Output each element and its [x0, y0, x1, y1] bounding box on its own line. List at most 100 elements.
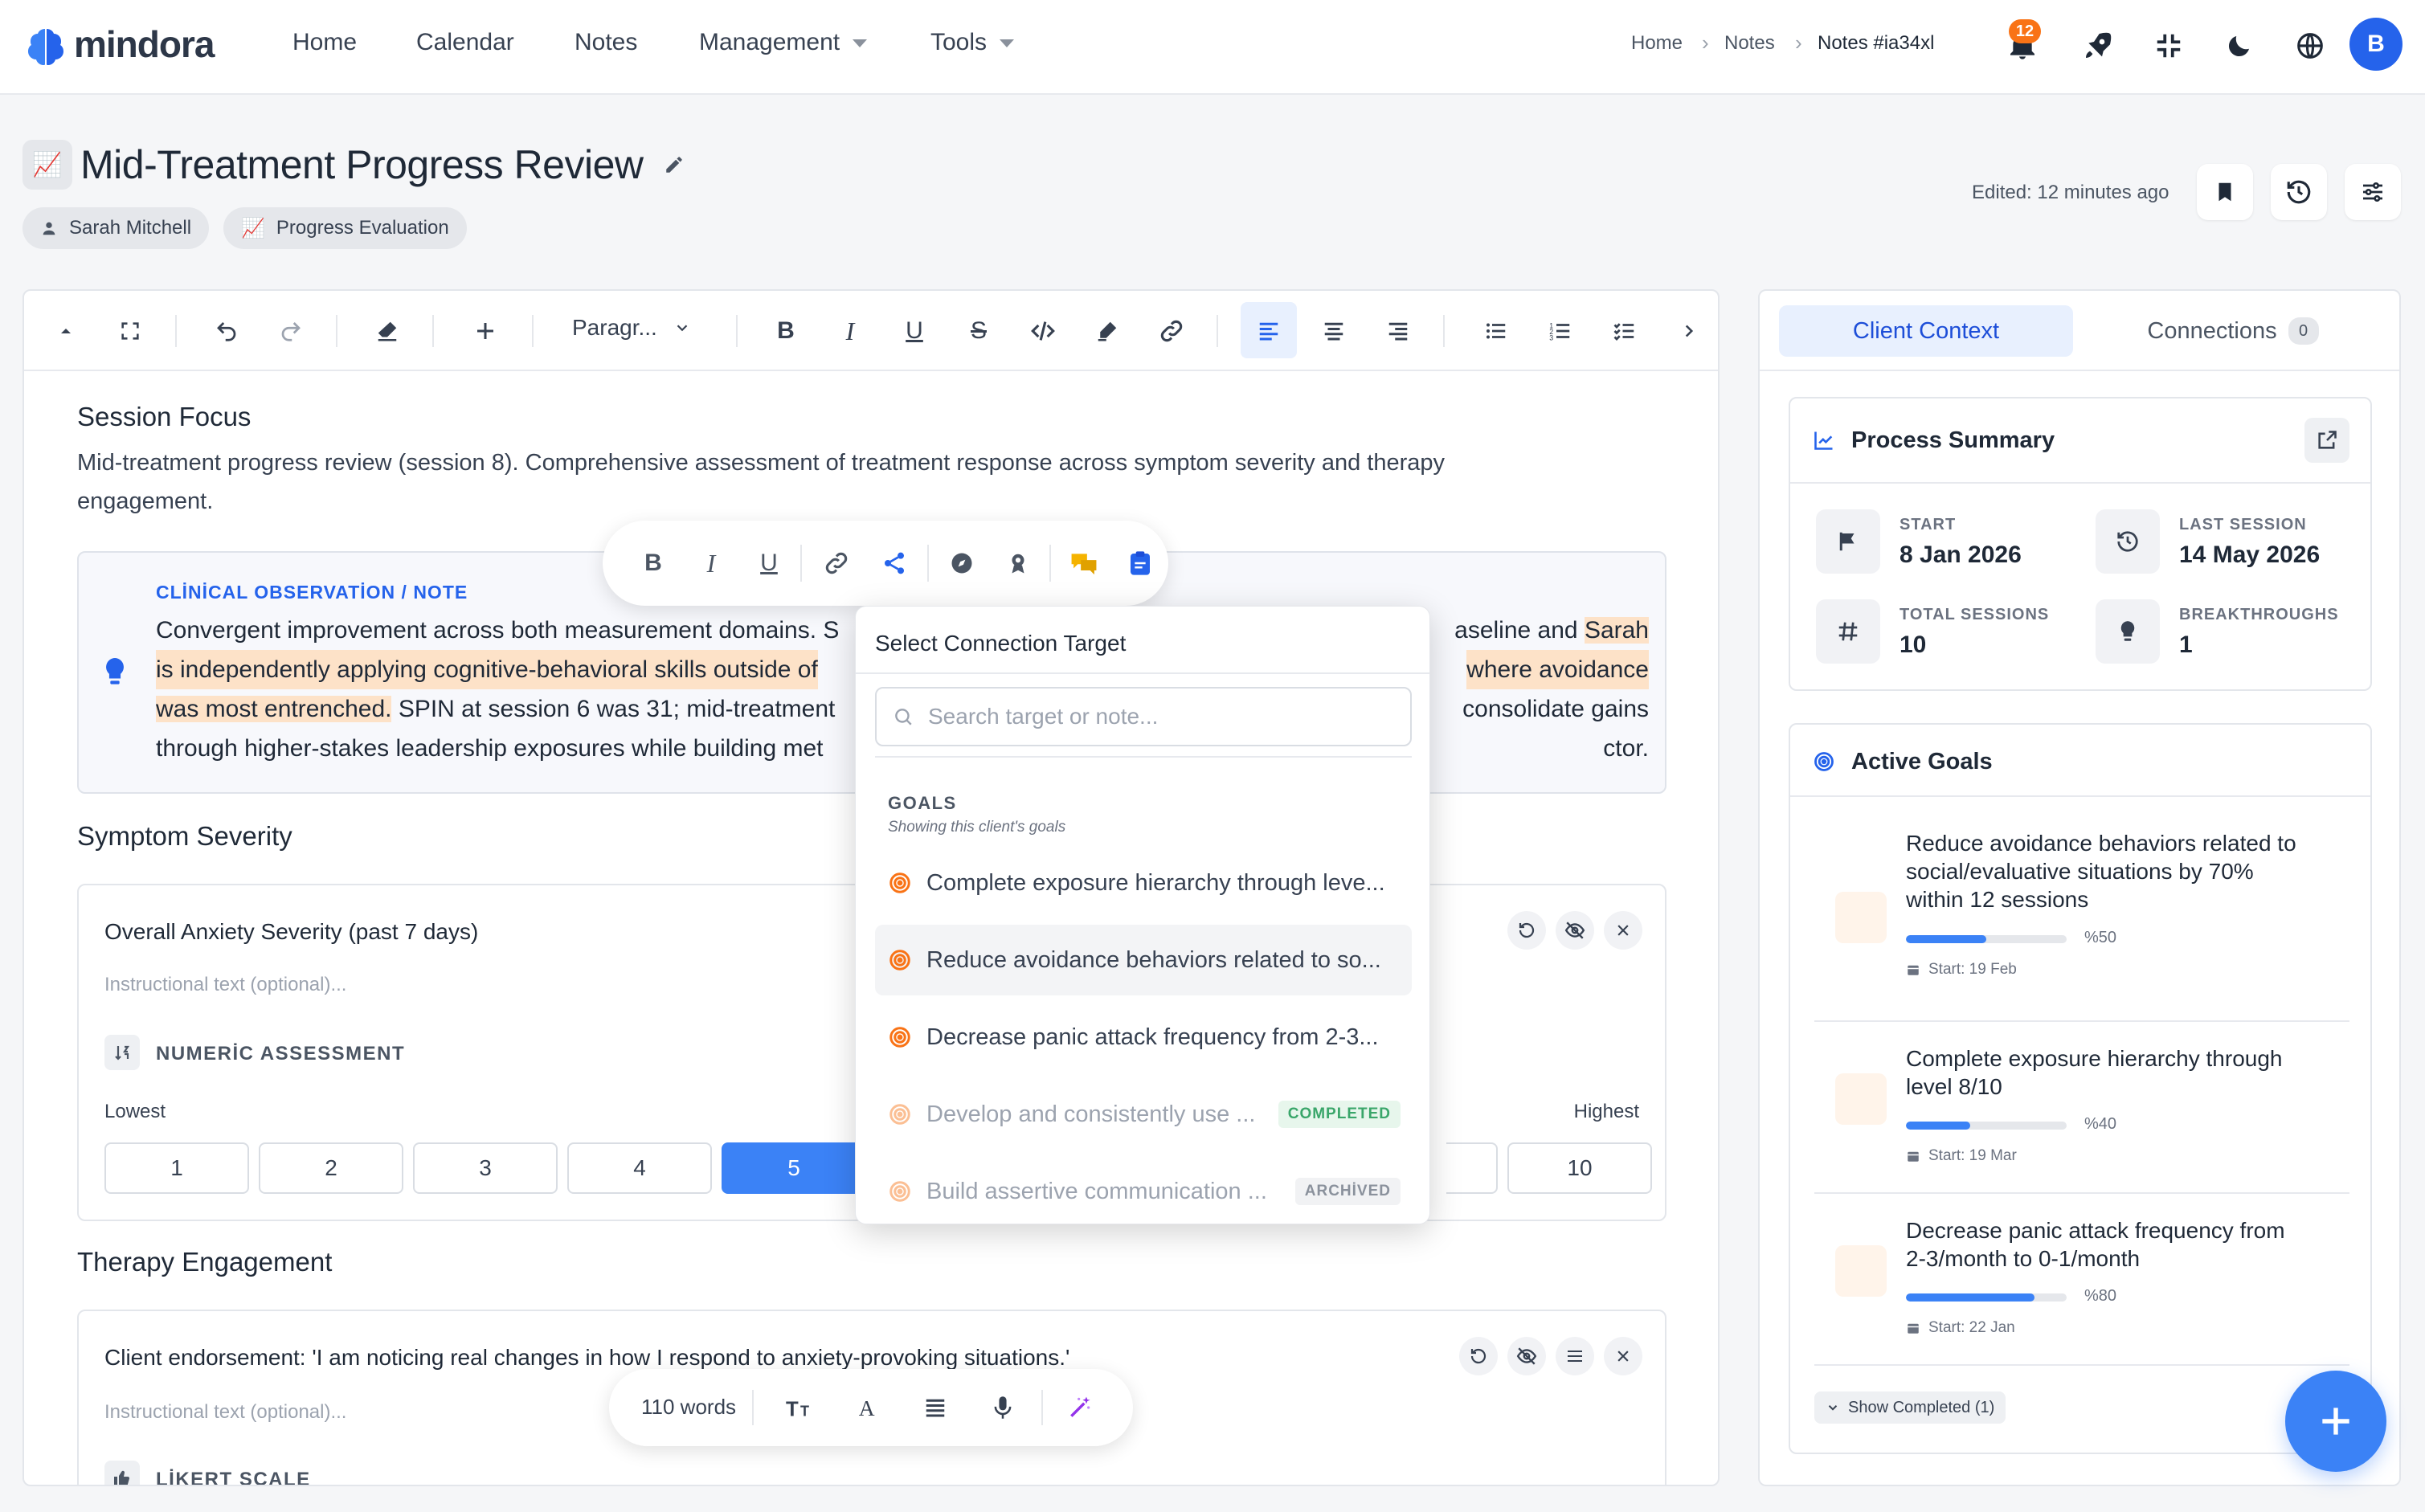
session-focus-text[interactable]: Mid-treatment progress review (session 8…	[77, 443, 1652, 521]
bullet-list-icon[interactable]	[1475, 310, 1517, 352]
goal-start: Start: 19 Mar	[1906, 1147, 2017, 1165]
line-spacing-icon[interactable]	[914, 1387, 956, 1428]
status-badge: COMPLETED	[1278, 1101, 1401, 1128]
tab-connections[interactable]: Connections 0	[2086, 305, 2380, 357]
settings-button[interactable]	[2345, 164, 2401, 220]
target-search-field[interactable]	[875, 687, 1412, 746]
plus-icon[interactable]	[464, 310, 506, 352]
brain-logo-icon[interactable]	[22, 24, 67, 69]
target-search-input[interactable]	[928, 704, 1378, 729]
collapse-up-icon[interactable]	[45, 310, 87, 352]
align-left-icon[interactable]	[1248, 310, 1290, 352]
goal-color-swatch	[1835, 1245, 1887, 1297]
breadcrumb-notes[interactable]: Notes	[1724, 32, 1775, 55]
goal-item[interactable]: Complete exposure hierarchy through leve…	[1790, 1044, 2370, 1189]
pencil-icon[interactable]	[664, 154, 685, 175]
note-type-chip[interactable]: 📈 Progress Evaluation	[223, 207, 467, 249]
scale-option-partial[interactable]	[1446, 1142, 1498, 1194]
globe-icon[interactable]	[2285, 21, 2335, 71]
observation-fragment: aseline and Sarah	[1454, 611, 1649, 650]
close-icon[interactable]	[1604, 1337, 1642, 1375]
add-fab-button[interactable]	[2285, 1371, 2386, 1472]
underline-icon[interactable]: U	[747, 541, 791, 585]
scale-option[interactable]: 3	[413, 1142, 558, 1194]
sliders-icon[interactable]	[1556, 1337, 1594, 1375]
scale-option[interactable]: 4	[567, 1142, 712, 1194]
highlighted-text: was most entrenched.	[156, 696, 392, 722]
strikethrough-icon[interactable]: S	[958, 310, 1000, 352]
rocket-icon[interactable]	[2073, 21, 2123, 71]
redo-icon[interactable]	[270, 310, 312, 352]
align-center-icon[interactable]	[1313, 310, 1355, 352]
plus-icon	[2322, 1408, 2349, 1435]
highlighter-icon[interactable]	[1086, 310, 1128, 352]
paragraph-style-select[interactable]: Paragr...	[572, 315, 691, 341]
underline-icon[interactable]: U	[894, 310, 935, 352]
italic-icon[interactable]: I	[829, 310, 871, 352]
clipboard-icon[interactable]	[1118, 541, 1162, 585]
nav-tools[interactable]: Tools	[930, 29, 1015, 56]
reset-icon[interactable]	[1459, 1337, 1498, 1375]
checklist-icon[interactable]	[1604, 310, 1646, 352]
tab-client-context[interactable]: Client Context	[1779, 305, 2073, 357]
eraser-icon[interactable]	[366, 310, 408, 352]
code-icon[interactable]	[1022, 310, 1064, 352]
scale-option[interactable]: 2	[259, 1142, 403, 1194]
numbered-list-icon[interactable]: 123	[1540, 310, 1581, 352]
nav-notes[interactable]: Notes	[575, 29, 637, 56]
collapse-icon[interactable]	[2144, 21, 2194, 71]
nav-management[interactable]: Management	[699, 29, 868, 56]
goal-divider	[1814, 1020, 2349, 1022]
bookmark-button[interactable]	[2197, 164, 2253, 220]
assessment-title[interactable]: Overall Anxiety Severity (past 7 days)	[104, 919, 478, 945]
bold-icon[interactable]: B	[632, 541, 675, 585]
eye-off-icon[interactable]	[1507, 1337, 1546, 1375]
italic-icon[interactable]: I	[689, 541, 733, 585]
moon-icon[interactable]	[2214, 21, 2264, 71]
link-icon[interactable]	[1151, 310, 1192, 352]
reset-icon[interactable]	[1507, 911, 1546, 950]
goal-start-date: Start: 19 Feb	[1928, 961, 2017, 978]
undo-icon[interactable]	[206, 310, 247, 352]
instructional-text-field[interactable]: Instructional text (optional)...	[104, 974, 346, 996]
goal-option[interactable]: Decrease panic attack frequency from 2-3…	[875, 1002, 1412, 1073]
goal-item[interactable]: Reduce avoidance behaviors related to so…	[1790, 829, 2370, 1006]
scale-option-selected[interactable]: 5	[722, 1142, 866, 1194]
link-icon[interactable]	[815, 541, 858, 585]
goal-item[interactable]: Decrease panic attack frequency from 2-3…	[1790, 1216, 2370, 1361]
fullscreen-icon[interactable]	[109, 310, 151, 352]
history-button[interactable]	[2271, 164, 2327, 220]
client-chip[interactable]: Sarah Mitchell	[22, 207, 210, 249]
compass-icon[interactable]	[940, 541, 983, 585]
text-size-icon[interactable]: TT	[779, 1387, 821, 1428]
brand-name[interactable]: mindora	[74, 22, 215, 66]
process-summary-title: Process Summary	[1851, 427, 2055, 453]
microphone-icon[interactable]	[982, 1387, 1024, 1428]
comments-icon[interactable]	[1062, 541, 1106, 585]
nav-home[interactable]: Home	[292, 29, 357, 56]
bold-icon[interactable]: B	[765, 310, 807, 352]
nav-calendar[interactable]: Calendar	[416, 29, 514, 56]
external-link-icon[interactable]	[2304, 418, 2349, 463]
goal-option-archived[interactable]: Build assertive communication ... ARCHİV…	[875, 1156, 1412, 1224]
goal-option-hovered[interactable]: Reduce avoidance behaviors related to so…	[875, 925, 1412, 995]
chevron-right-icon[interactable]	[1668, 310, 1710, 352]
eye-off-icon[interactable]	[1556, 911, 1594, 950]
scale-option[interactable]: 1	[104, 1142, 249, 1194]
show-completed-button[interactable]: Show Completed (1)	[1814, 1391, 2006, 1424]
goal-option[interactable]: Complete exposure hierarchy through leve…	[875, 848, 1412, 918]
share-connection-icon[interactable]	[873, 541, 916, 585]
magic-wand-icon[interactable]	[1059, 1387, 1101, 1428]
stat-value: 8 Jan 2026	[1900, 541, 2022, 568]
align-right-icon[interactable]	[1377, 310, 1419, 352]
scale-option[interactable]: 10	[1507, 1142, 1652, 1194]
instructional-text-field[interactable]: Instructional text (optional)...	[104, 1401, 346, 1424]
goal-color-swatch	[1835, 892, 1887, 943]
goal-option-completed[interactable]: Develop and consistently use ... COMPLET…	[875, 1079, 1412, 1150]
likert-title[interactable]: Client endorsement: 'I am noticing real …	[104, 1345, 1069, 1371]
close-icon[interactable]	[1604, 911, 1642, 950]
user-avatar[interactable]: B	[2349, 18, 2403, 71]
font-icon[interactable]: A	[847, 1387, 889, 1428]
award-icon[interactable]	[996, 541, 1040, 585]
breadcrumb-home[interactable]: Home	[1631, 32, 1683, 55]
